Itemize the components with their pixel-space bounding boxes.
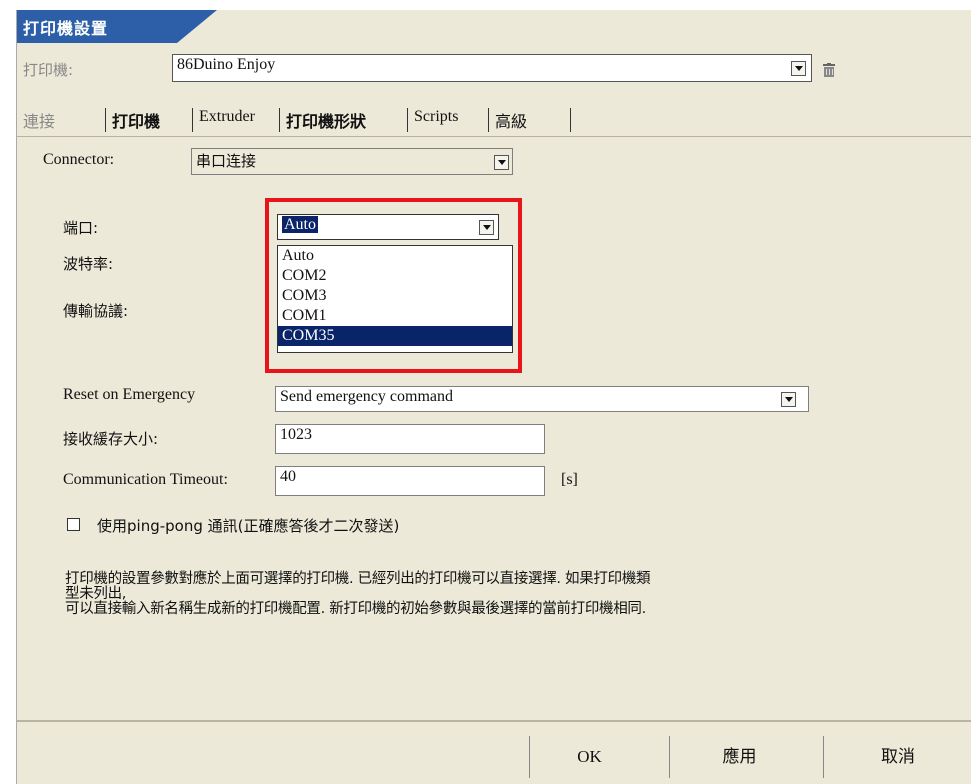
tab-printer-shape[interactable]: 打印機形狀 xyxy=(279,108,366,132)
connector-dropdown-button[interactable] xyxy=(494,155,509,170)
title-bar: 打印機設置 xyxy=(17,10,217,43)
reset-dropdown-button[interactable] xyxy=(781,392,796,407)
ok-button[interactable]: OK xyxy=(529,736,649,778)
printer-dropdown-button[interactable] xyxy=(791,61,806,76)
ok-button-label: OK xyxy=(577,747,602,766)
connector-label: Connector: xyxy=(43,151,115,168)
tab-end-divider xyxy=(570,108,571,132)
timeout-input[interactable]: 40 xyxy=(275,466,545,496)
timeout-label: Communication Timeout: xyxy=(63,471,228,488)
help-line-3: 可以直接輸入新名稱生成新的打印機配置. 新打印機的初始參數與最後選擇的當前打印機… xyxy=(65,601,646,617)
tab-scripts[interactable]: Scripts xyxy=(407,108,458,132)
help-text: 打印機的設置參數對應於上面可選擇的打印機. 已經列出的打印機可以直接選擇. 如果… xyxy=(65,570,955,618)
connector-select-value: 串口连接 xyxy=(196,152,257,170)
tab-printer[interactable]: 打印機 xyxy=(105,108,160,132)
reset-select-value: Send emergency command xyxy=(280,388,453,405)
protocol-label: 傳輸協議: xyxy=(63,302,129,320)
cancel-button-label: 取消 xyxy=(881,747,915,767)
timeout-value: 40 xyxy=(280,468,296,485)
receive-cache-value: 1023 xyxy=(280,426,312,443)
baud-label: 波特率: xyxy=(63,255,114,273)
apply-button[interactable]: 應用 xyxy=(669,736,809,778)
bottom-separator xyxy=(17,720,971,722)
printer-select[interactable]: 86Duino Enjoy xyxy=(172,54,812,82)
connector-select[interactable]: 串口连接 xyxy=(191,148,513,175)
tab-advanced[interactable]: 高級 xyxy=(488,108,527,132)
pingpong-label: 使用ping-pong 通訊(正確應答後才二次發送) xyxy=(97,517,400,535)
window-title: 打印機設置 xyxy=(23,19,109,38)
help-line-2: 型未列出, xyxy=(65,586,127,602)
reset-label: Reset on Emergency xyxy=(63,386,196,403)
tab-bar: 連接 打印機 Extruder 打印機形狀 Scripts 高級 xyxy=(17,102,971,136)
pingpong-checkbox[interactable] xyxy=(67,518,80,531)
tab-connection[interactable]: 連接 xyxy=(17,108,55,132)
printer-settings-window: 打印機設置 打印機: 86Duino Enjoy 連接 打印機 Extruder… xyxy=(16,10,971,784)
port-label: 端口: xyxy=(63,219,99,237)
timeout-unit: [s] xyxy=(561,471,578,488)
trash-icon[interactable] xyxy=(823,63,835,77)
receive-cache-label: 接收緩存大小: xyxy=(63,430,159,448)
tab-extruder[interactable]: Extruder xyxy=(192,108,255,132)
highlight-box xyxy=(265,198,522,373)
receive-cache-input[interactable]: 1023 xyxy=(275,424,545,454)
cancel-button[interactable]: 取消 xyxy=(823,736,971,778)
help-line-1: 打印機的設置參數對應於上面可選擇的打印機. 已經列出的打印機可以直接選擇. 如果… xyxy=(65,571,651,587)
apply-button-label: 應用 xyxy=(722,747,757,767)
reset-select[interactable]: Send emergency command xyxy=(275,386,809,412)
tab-underline xyxy=(17,136,971,137)
printer-select-value: 86Duino Enjoy xyxy=(177,56,276,73)
printer-label: 打印機: xyxy=(23,61,74,79)
